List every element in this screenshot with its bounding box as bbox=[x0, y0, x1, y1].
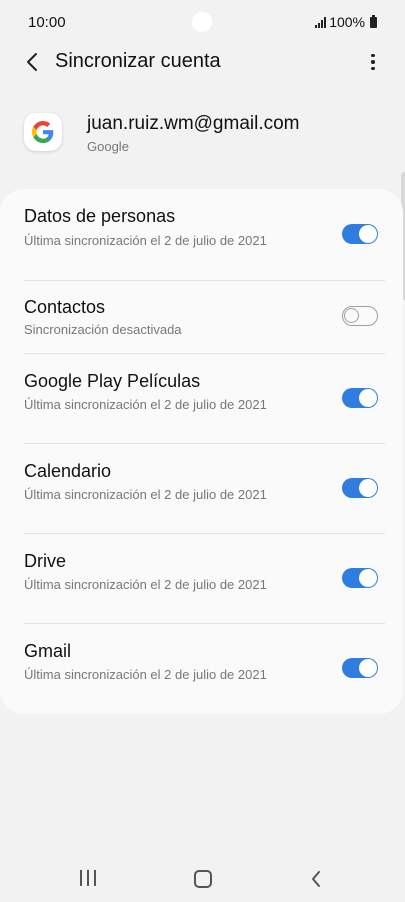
nav-back-button[interactable] bbox=[308, 868, 324, 890]
status-time: 10:00 bbox=[28, 14, 66, 31]
more-options-button[interactable] bbox=[361, 50, 385, 74]
sync-item-google-play-peliculas[interactable]: Google Play Películas Última sincronizac… bbox=[0, 354, 403, 443]
sync-item-title: Drive bbox=[24, 551, 67, 571]
home-button[interactable] bbox=[194, 870, 212, 888]
sync-item-title: Google Play Películas bbox=[24, 371, 201, 391]
recents-button[interactable] bbox=[80, 870, 96, 886]
sync-toggle[interactable] bbox=[342, 306, 378, 326]
app-bar: Sincronizar cuenta bbox=[0, 44, 405, 80]
camera-cutout bbox=[192, 12, 212, 32]
sync-item-subtitle: Última sincronización el 2 de julio de 2… bbox=[24, 397, 267, 412]
sync-item-drive[interactable]: Drive Última sincronización el 2 de juli… bbox=[0, 534, 403, 623]
sync-item-subtitle: Última sincronización el 2 de julio de 2… bbox=[24, 667, 267, 682]
account-header: juan.ruiz.wm@gmail.com Google bbox=[0, 108, 405, 168]
sync-item-title: Contactos bbox=[24, 297, 106, 317]
more-vert-icon bbox=[371, 53, 375, 58]
sync-item-subtitle: Última sincronización el 2 de julio de 2… bbox=[24, 233, 267, 248]
battery-icon bbox=[370, 14, 377, 28]
sync-item-datos-de-personas[interactable]: Datos de personas Última sincronización … bbox=[0, 189, 403, 280]
google-logo-icon bbox=[24, 113, 62, 151]
signal-icon bbox=[315, 16, 327, 28]
back-button[interactable] bbox=[20, 50, 44, 74]
sync-item-title: Calendario bbox=[24, 461, 112, 481]
sync-item-subtitle: Última sincronización el 2 de julio de 2… bbox=[24, 577, 267, 592]
battery-percentage: 100% bbox=[329, 14, 365, 30]
sync-toggle[interactable] bbox=[342, 658, 378, 678]
recents-icon bbox=[80, 870, 82, 886]
sync-toggle[interactable] bbox=[342, 388, 378, 408]
account-type: Google bbox=[87, 139, 129, 154]
page-title: Sincronizar cuenta bbox=[55, 50, 221, 72]
status-bar: 10:00 100% bbox=[0, 0, 405, 46]
sync-item-subtitle: Sincronización desactivada bbox=[24, 322, 182, 337]
sync-item-title: Datos de personas bbox=[24, 206, 176, 226]
back-arrow-icon bbox=[27, 53, 37, 71]
sync-item-gmail[interactable]: Gmail Última sincronización el 2 de juli… bbox=[0, 624, 403, 714]
sync-item-title: Gmail bbox=[24, 641, 72, 661]
sync-item-subtitle: Última sincronización el 2 de julio de 2… bbox=[24, 487, 267, 502]
sync-list: Datos de personas Última sincronización … bbox=[0, 189, 403, 714]
navigation-bar bbox=[0, 856, 405, 902]
sync-toggle[interactable] bbox=[342, 224, 378, 244]
sync-item-calendario[interactable]: Calendario Última sincronización el 2 de… bbox=[0, 444, 403, 533]
status-indicators: 100% bbox=[315, 14, 377, 30]
account-email: juan.ruiz.wm@gmail.com bbox=[87, 113, 300, 134]
sync-toggle[interactable] bbox=[342, 478, 378, 498]
sync-toggle[interactable] bbox=[342, 568, 378, 588]
sync-item-contactos[interactable]: Contactos Sincronización desactivada bbox=[0, 281, 403, 353]
